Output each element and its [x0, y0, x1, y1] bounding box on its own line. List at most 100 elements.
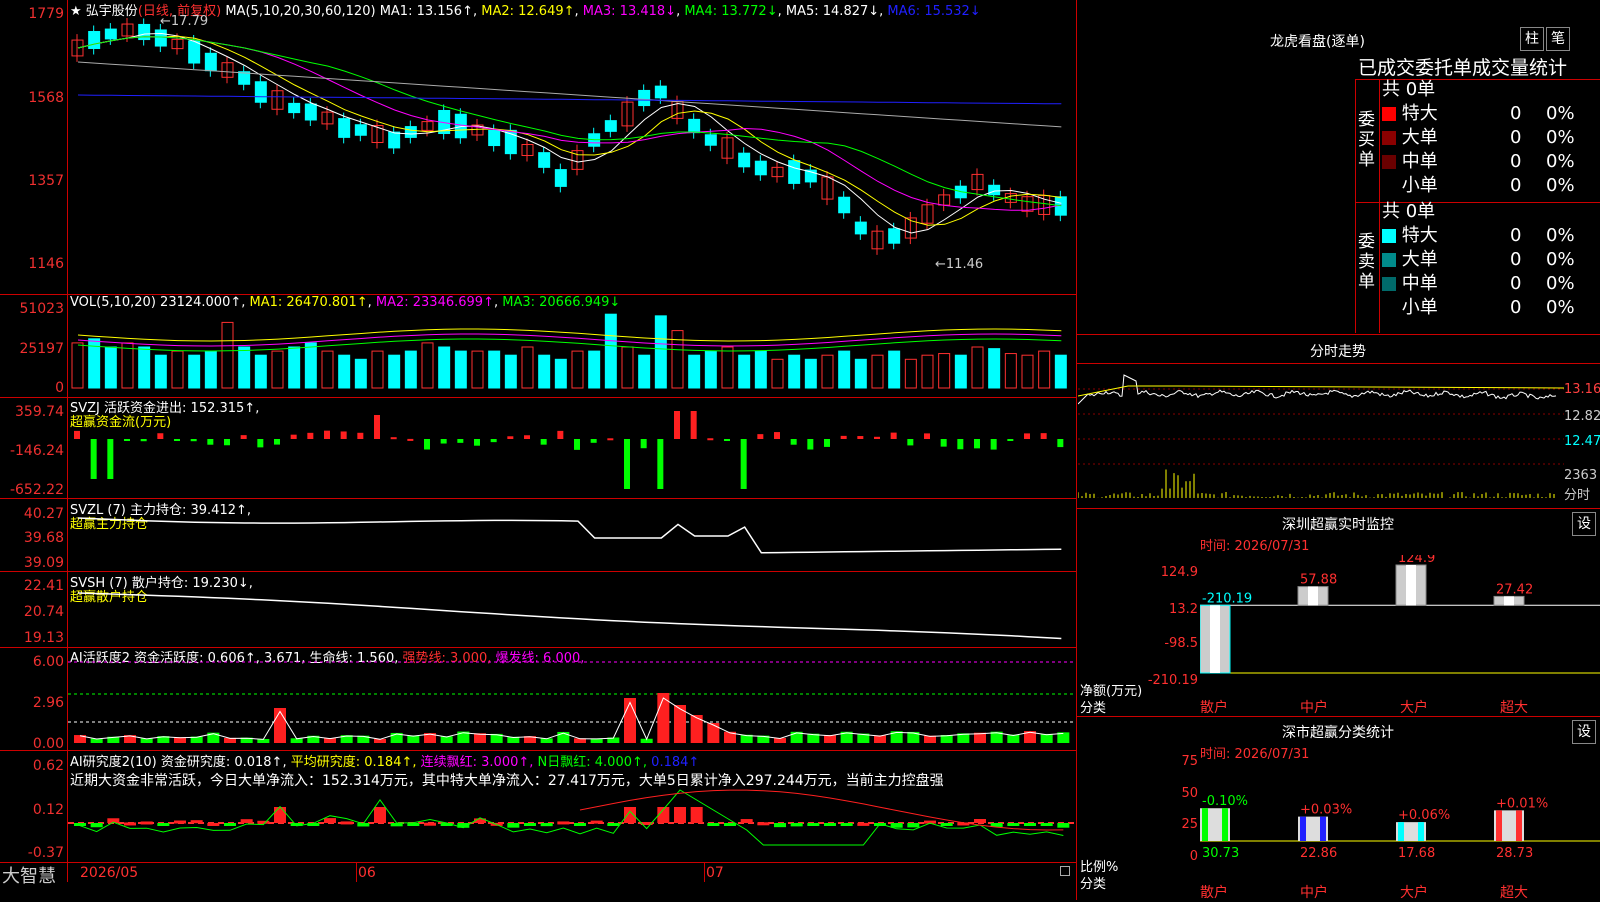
flow-bar — [390, 437, 397, 440]
volume-bar — [704, 350, 717, 389]
volume-bar — [338, 354, 351, 389]
research-bar — [1057, 823, 1070, 828]
sz-axis-3: -98.5 — [1164, 636, 1198, 651]
ai-active-chart[interactable] — [68, 647, 1076, 750]
candle — [1038, 195, 1051, 215]
volume-bar — [221, 321, 234, 389]
volume-bar — [421, 342, 434, 389]
cls-bar-accent — [1418, 822, 1424, 841]
ma-line — [77, 32, 1062, 234]
flow-bar — [357, 432, 364, 439]
flow-bar — [724, 439, 730, 441]
research-bar — [157, 823, 170, 826]
intraday-title: 分时走势 — [1310, 344, 1366, 360]
intraday-axis-2: 12.82 — [1564, 409, 1600, 424]
sz-cat-3: 大户 — [1400, 700, 1428, 716]
lock-icon[interactable] — [1060, 866, 1070, 876]
svzj-axis-3: -652.22 — [9, 482, 64, 498]
sell-l-swatch — [1382, 253, 1396, 267]
cls-value-label: 22.86 — [1300, 846, 1337, 861]
price-axis-4: 1146 — [28, 256, 64, 272]
research-bar — [674, 807, 686, 823]
buy-row-m: 中单 0 0% — [1382, 150, 1600, 174]
cls-settings-button[interactable]: 设 — [1572, 720, 1596, 744]
flow-bar — [1007, 439, 1014, 441]
sz-settings-button[interactable]: 设 — [1572, 512, 1596, 536]
volume-bar — [154, 354, 167, 389]
retail-position-chart[interactable] — [68, 571, 1076, 647]
svzl-axis-2: 39.68 — [23, 530, 64, 546]
price-chart[interactable] — [68, 0, 1076, 294]
pen-toggle-button[interactable]: 笔 — [1546, 27, 1570, 51]
flow-bar — [557, 430, 564, 439]
cls-chart[interactable]: -0.10% 30.73 +0.03% 22.86 +0.06% 17.68 +0.01% 2… — [1200, 755, 1600, 885]
main-position-chart[interactable] — [68, 498, 1076, 571]
research-bar — [224, 823, 236, 826]
fund-flow-chart[interactable] — [68, 397, 1076, 498]
bar-toggle-button[interactable]: 柱 — [1520, 27, 1544, 51]
cls-bar-accent — [1496, 810, 1502, 841]
brand-label[interactable]: 大智慧 — [2, 862, 56, 888]
volume-bar — [1038, 350, 1051, 389]
research-bar — [607, 823, 620, 826]
flow-bar — [340, 431, 347, 439]
research-bar — [507, 823, 520, 828]
active-bar — [707, 723, 720, 743]
candle — [988, 184, 1001, 196]
research-bar — [740, 819, 753, 823]
research-bar — [207, 822, 220, 826]
research-bar — [690, 807, 703, 823]
sz-realtime-chart[interactable]: -210.19 57.88 124.9 27.42 — [1200, 555, 1600, 685]
ai-research-chart[interactable] — [68, 750, 1076, 862]
intraday-axis-1: 13.16 — [1564, 382, 1600, 397]
research-bar — [824, 823, 836, 826]
intraday-chart[interactable] — [1078, 364, 1564, 499]
candle — [88, 31, 101, 49]
flow-bar — [790, 439, 797, 445]
sell-total: 共 0单 — [1382, 201, 1436, 222]
volume-bar — [271, 350, 284, 389]
flow-bar — [824, 439, 830, 447]
svzj-axis-1: 359.74 — [15, 404, 64, 420]
flow-bar — [407, 438, 414, 441]
cls-cat-4: 超大 — [1500, 885, 1528, 901]
volume-bar — [1021, 354, 1034, 389]
candle — [288, 102, 301, 114]
volume-bar — [838, 350, 851, 389]
svsh-axis-3: 19.13 — [23, 630, 64, 646]
svzl-axis-3: 39.09 — [23, 555, 64, 571]
volume-bar — [538, 354, 551, 389]
flow-bar — [424, 439, 430, 450]
candle — [738, 152, 751, 168]
date-label-3: 07 — [706, 865, 724, 881]
cls-axis-4: 0 — [1189, 849, 1198, 864]
sell-s-swatch — [1382, 301, 1396, 315]
ai-active-axis-2: 2.96 — [32, 695, 64, 711]
volume-bar — [371, 350, 384, 389]
volume-bar — [854, 358, 867, 389]
research-bar — [907, 823, 920, 828]
cls-value-label: 17.68 — [1398, 846, 1435, 861]
sz-xlabel: 分类 — [1080, 701, 1107, 716]
volume-bar — [871, 354, 884, 389]
flow-bar — [274, 439, 280, 445]
volume-bar — [354, 358, 367, 389]
volume-chart[interactable] — [68, 295, 1076, 397]
volume-bar — [504, 354, 517, 389]
volume-bar — [588, 350, 601, 389]
candle — [888, 228, 901, 244]
sz-cat-2: 中户 — [1300, 700, 1328, 716]
flow-bar — [240, 435, 247, 439]
volume-bar — [521, 346, 534, 389]
cls-value-label: 30.73 — [1202, 846, 1239, 861]
cls-value-label: 28.73 — [1496, 846, 1533, 861]
sell-row-l: 大单 0 0% — [1382, 248, 1600, 272]
volume-bar — [321, 350, 334, 389]
flow-bar — [140, 439, 147, 442]
flow-bar — [440, 439, 447, 444]
volume-bar — [171, 350, 184, 389]
research-bar — [557, 821, 570, 825]
flow-bar — [90, 439, 97, 479]
active-bar — [274, 708, 286, 743]
volume-bar — [104, 346, 117, 389]
